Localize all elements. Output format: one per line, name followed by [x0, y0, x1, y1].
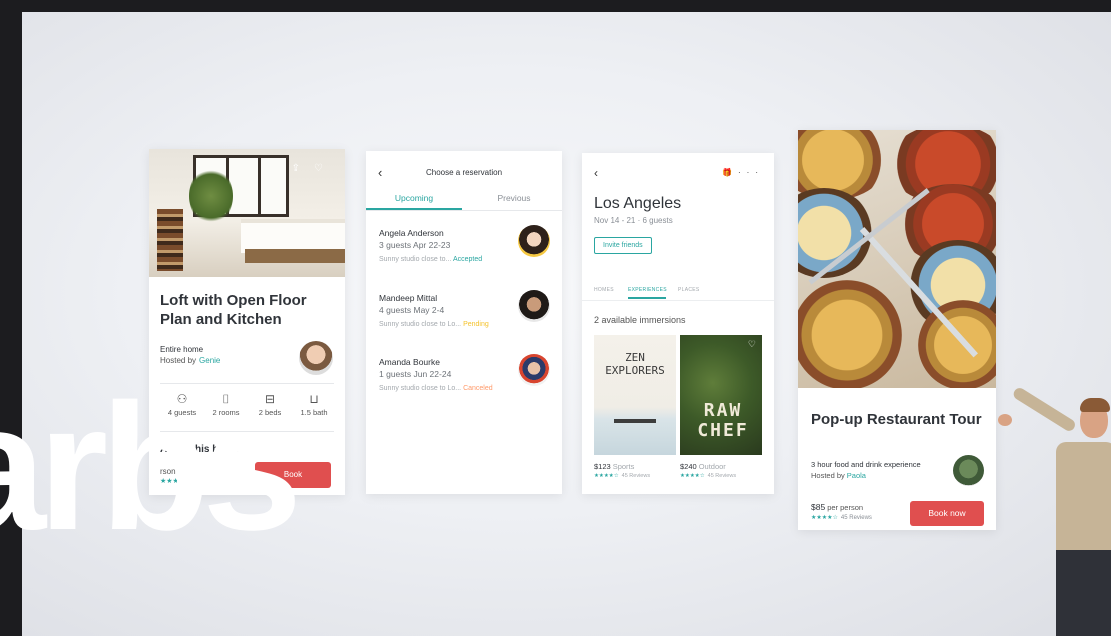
reservation-item[interactable]: Mandeep Mittal 4 guests May 2-4 Sunny st…	[379, 290, 550, 343]
listing-photo: ⇪♡	[149, 149, 345, 277]
host-link[interactable]: Genie	[199, 356, 220, 365]
status-badge: Accepted	[452, 256, 483, 263]
experience-host: Hosted by Paola	[811, 471, 866, 480]
experience-price: $240 Outdoor	[680, 462, 726, 471]
status-badge: Pending	[463, 321, 489, 328]
tab-places[interactable]: PLACES	[678, 287, 700, 293]
status-badge: Canceled	[463, 385, 493, 392]
trip-card: ‹ 🎁··· Los Angeles Nov 14 - 21 · 6 guest…	[582, 153, 774, 494]
tab-homes[interactable]: HOMES	[594, 287, 614, 293]
experience-card-zen[interactable]: ZEN EXPLORERS	[594, 335, 676, 455]
share-heart-icons[interactable]: ⇪♡	[292, 163, 337, 174]
experience-rating: ★★★★☆ 45 Reviews	[680, 473, 737, 479]
host-link[interactable]: Paola	[847, 471, 866, 480]
tab-upcoming[interactable]: Upcoming	[366, 193, 462, 203]
amenity-bath: ⊔ 1.5 bath	[292, 392, 336, 417]
tab-previous[interactable]: Previous	[466, 193, 562, 203]
experience-poster-title: RAW CHEF	[697, 400, 749, 441]
presenter-figure	[998, 385, 1111, 636]
guest-avatar[interactable]	[518, 290, 550, 322]
experience-card-raw[interactable]: ♡ RAW CHEF	[680, 335, 762, 455]
gift-more-icons[interactable]: 🎁···	[722, 168, 764, 177]
reservation-listing: Sunny studio close to Lo... Canceled	[379, 385, 493, 392]
boat-illustration	[614, 419, 656, 423]
experience-poster-title: ZEN EXPLORERS	[605, 351, 665, 377]
experience-detail-card: Pop-up Restaurant Tour 3 hour food and d…	[798, 130, 996, 530]
host-avatar[interactable]	[953, 455, 984, 486]
invite-friends-button[interactable]: Invite friends	[594, 237, 652, 254]
experience-title: Pop-up Restaurant Tour	[811, 411, 982, 428]
reservations-title: Choose a reservation	[425, 168, 503, 177]
trip-dates: Nov 14 - 21 · 6 guests	[594, 216, 673, 225]
reservation-listing: Sunny studio close to... Accepted	[379, 256, 483, 263]
reservation-item[interactable]: Angela Anderson 3 guests Apr 22-23 Sunny…	[379, 225, 550, 278]
book-now-button[interactable]: Book now	[910, 501, 984, 526]
tab-divider	[366, 210, 562, 211]
tab-divider	[582, 300, 774, 301]
listing-type: Entire home	[160, 345, 204, 354]
experience-rating: ★★★★☆ 45 Reviews	[594, 473, 651, 479]
listing-title: Loft with Open Floor Plan and Kitchen	[160, 292, 307, 328]
food-photo	[798, 130, 996, 388]
active-tab-indicator	[628, 297, 666, 299]
available-count: 2 available immersions	[594, 315, 686, 325]
experience-price: $85 per person	[811, 502, 864, 512]
back-arrow-icon[interactable]: ‹	[594, 166, 598, 180]
reservations-card: ‹ Choose a reservation Upcoming Previous…	[366, 151, 562, 494]
trip-city: Los Angeles	[594, 195, 682, 212]
experience-description: 3 hour food and drink experience	[811, 460, 921, 469]
experience-price: $123 Sports	[594, 462, 635, 471]
guest-avatar[interactable]	[518, 225, 550, 257]
guest-avatar[interactable]	[518, 354, 550, 386]
overlay-word: arbs	[0, 367, 302, 568]
tab-experiences[interactable]: EXPERIENCES	[628, 287, 667, 293]
bath-icon: ⊔	[309, 392, 319, 406]
reservation-listing: Sunny studio close to Lo... Pending	[379, 321, 489, 328]
experience-rating: ★★★★☆ 45 Reviews	[811, 515, 872, 521]
reservation-item[interactable]: Amanda Bourke 1 guests Jun 22-24 Sunny s…	[379, 354, 550, 407]
host-avatar[interactable]	[299, 341, 333, 375]
heart-icon[interactable]: ♡	[748, 339, 756, 350]
listing-host: Hosted by Genie	[160, 356, 221, 365]
